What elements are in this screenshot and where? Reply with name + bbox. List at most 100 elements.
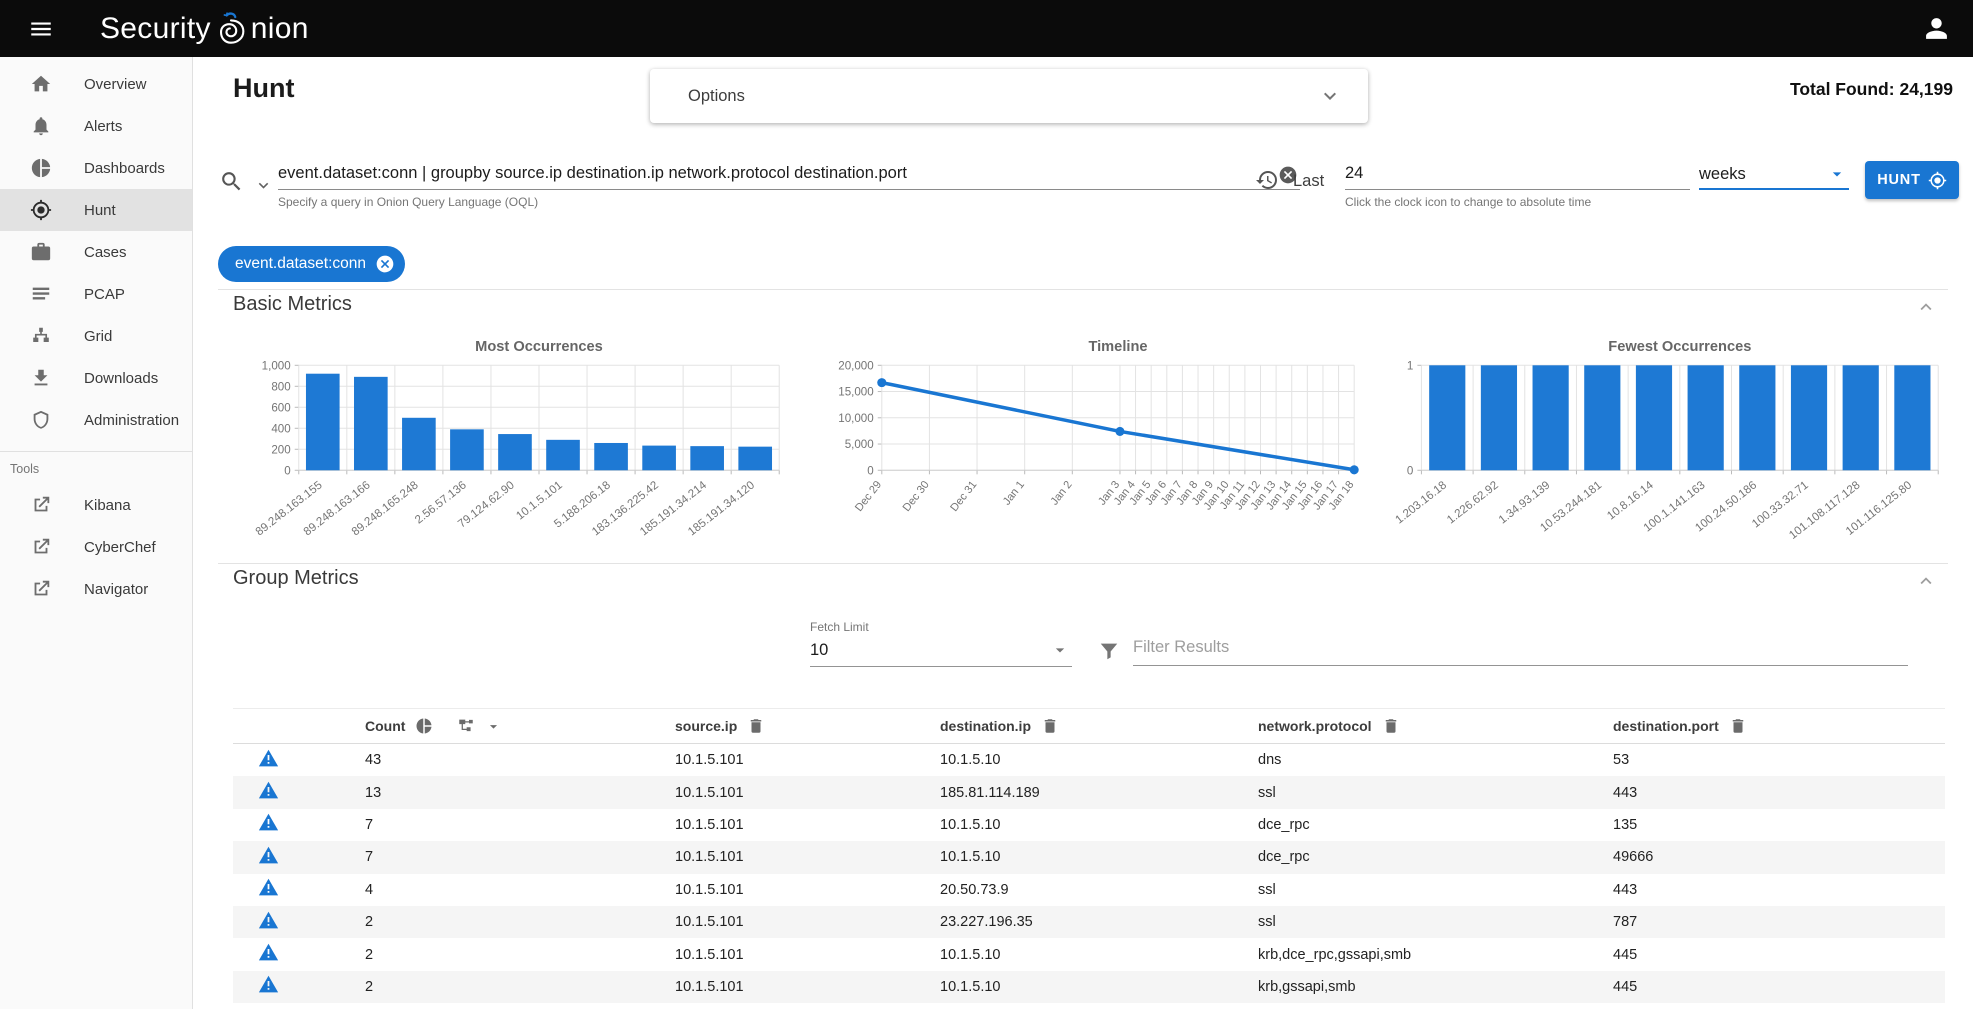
row-actions-warning-icon[interactable] [258, 910, 279, 931]
row-actions-warning-icon[interactable] [258, 748, 279, 769]
count-cell[interactable]: 2 [365, 979, 675, 995]
count-cell[interactable]: 7 [365, 817, 675, 833]
destination-port-cell[interactable]: 445 [1613, 979, 1945, 995]
trash-icon[interactable] [1729, 717, 1747, 735]
network-protocol-cell[interactable]: dns [1258, 752, 1613, 768]
fetch-limit-select[interactable]: 10 [810, 636, 1072, 667]
query-input[interactable] [278, 159, 1300, 190]
source-ip-cell[interactable]: 10.1.5.101 [675, 817, 940, 833]
table-row[interactable]: 1310.1.5.101185.81.114.189ssl443 [233, 776, 1945, 808]
source-ip-cell[interactable]: 10.1.5.101 [675, 882, 940, 898]
destination-ip-cell[interactable]: 10.1.5.10 [940, 947, 1258, 963]
count-cell[interactable]: 2 [365, 914, 675, 930]
row-actions-warning-icon[interactable] [258, 812, 279, 833]
user-account-icon[interactable] [1924, 16, 1949, 41]
table-row[interactable]: 410.1.5.10120.50.73.9ssl443 [233, 874, 1945, 906]
table-row[interactable]: 210.1.5.10110.1.5.10krb,gssapi,smb445 [233, 971, 1945, 1003]
destination-port-cell[interactable]: 443 [1613, 785, 1945, 801]
options-expander[interactable]: Options [650, 69, 1368, 123]
count-cell[interactable]: 13 [365, 785, 675, 801]
row-actions-warning-icon[interactable] [258, 942, 279, 963]
destination-port-cell[interactable]: 445 [1613, 947, 1945, 963]
network-protocol-cell[interactable]: dce_rpc [1258, 849, 1613, 865]
sidebar-item-grid[interactable]: Grid [0, 315, 192, 357]
source-ip-cell[interactable]: 10.1.5.101 [675, 979, 940, 995]
sidebar-item-hunt[interactable]: Hunt [0, 189, 192, 231]
count-cell[interactable]: 7 [365, 849, 675, 865]
sidebar-item-pcap[interactable]: PCAP [0, 273, 192, 315]
filter-chip[interactable]: event.dataset:conn [218, 246, 405, 282]
row-actions-warning-icon[interactable] [258, 877, 279, 898]
source-ip-cell[interactable]: 10.1.5.101 [675, 914, 940, 930]
count-header-label[interactable]: Count [365, 718, 405, 734]
table-row[interactable]: 210.1.5.10110.1.5.10krb,dce_rpc,gssapi,s… [233, 938, 1945, 970]
network-protocol-cell[interactable]: ssl [1258, 882, 1613, 898]
row-actions-warning-icon[interactable] [258, 780, 279, 801]
hunt-button[interactable]: HUNT [1865, 161, 1959, 199]
filter-results-input[interactable] [1133, 633, 1908, 666]
table-row[interactable]: 710.1.5.10110.1.5.10dce_rpc49666 [233, 841, 1945, 873]
source-ip-header-label[interactable]: source.ip [675, 718, 737, 734]
sidebar-item-administration[interactable]: Administration [0, 399, 192, 441]
total-found-label: Total Found: [1790, 79, 1895, 99]
duration-input[interactable] [1345, 159, 1690, 190]
table-row[interactable]: 210.1.5.10123.227.196.35ssl787 [233, 906, 1945, 938]
trash-icon[interactable] [1041, 717, 1059, 735]
network-protocol-cell[interactable]: krb,dce_rpc,gssapi,smb [1258, 947, 1613, 963]
relative-time-icon[interactable] [1255, 168, 1279, 192]
menu-icon[interactable] [28, 16, 54, 42]
column-header-network-protocol: network.protocol [1258, 717, 1613, 735]
destination-port-cell[interactable]: 49666 [1613, 849, 1945, 865]
network-protocol-cell[interactable]: ssl [1258, 785, 1613, 801]
sidebar-item-cyberchef[interactable]: CyberChef [0, 526, 192, 568]
trash-icon[interactable] [1382, 717, 1400, 735]
sidebar-item-cases[interactable]: Cases [0, 231, 192, 273]
time-units-select[interactable]: weeks [1699, 159, 1849, 190]
destination-ip-cell[interactable]: 20.50.73.9 [940, 882, 1258, 898]
network-protocol-cell[interactable]: ssl [1258, 914, 1613, 930]
destination-ip-cell[interactable]: 10.1.5.10 [940, 979, 1258, 995]
destination-ip-cell[interactable]: 10.1.5.10 [940, 817, 1258, 833]
network-protocol-header-label[interactable]: network.protocol [1258, 718, 1372, 734]
count-cell[interactable]: 2 [365, 947, 675, 963]
sidebar-item-overview[interactable]: Overview [0, 63, 192, 105]
pie-chart-icon[interactable] [415, 717, 433, 735]
remove-filter-icon[interactable] [375, 254, 395, 274]
query-history-caret-icon[interactable] [254, 176, 273, 195]
chevron-down-icon[interactable] [1318, 84, 1342, 108]
trash-icon[interactable] [747, 717, 765, 735]
destination-port-cell[interactable]: 53 [1613, 752, 1945, 768]
destination-port-cell[interactable]: 443 [1613, 882, 1945, 898]
count-cell[interactable]: 4 [365, 882, 675, 898]
sidebar-item-dashboards[interactable]: Dashboards [0, 147, 192, 189]
destination-ip-cell[interactable]: 185.81.114.189 [940, 785, 1258, 801]
destination-port-cell[interactable]: 135 [1613, 817, 1945, 833]
search-icon[interactable] [219, 169, 244, 194]
sidebar-item-navigator[interactable]: Navigator [0, 568, 192, 610]
destination-ip-header-label[interactable]: destination.ip [940, 718, 1031, 734]
table-row[interactable]: 4310.1.5.10110.1.5.10dns53 [233, 744, 1945, 776]
count-cell[interactable]: 43 [365, 752, 675, 768]
network-protocol-cell[interactable]: krb,gssapi,smb [1258, 979, 1613, 995]
collapse-group-metrics-icon[interactable] [1915, 570, 1937, 592]
sidebar-item-kibana[interactable]: Kibana [0, 484, 192, 526]
source-ip-cell[interactable]: 10.1.5.101 [675, 849, 940, 865]
sidebar-item-downloads[interactable]: Downloads [0, 357, 192, 399]
destination-ip-cell[interactable]: 10.1.5.10 [940, 849, 1258, 865]
brand-text-suffix: nion [251, 12, 309, 46]
destination-port-header-label[interactable]: destination.port [1613, 718, 1719, 734]
source-ip-cell[interactable]: 10.1.5.101 [675, 785, 940, 801]
destination-port-cell[interactable]: 787 [1613, 914, 1945, 930]
groupby-icon[interactable] [457, 717, 475, 735]
source-ip-cell[interactable]: 10.1.5.101 [675, 752, 940, 768]
caret-down-icon[interactable] [485, 718, 502, 735]
sidebar-item-alerts[interactable]: Alerts [0, 105, 192, 147]
table-row[interactable]: 710.1.5.10110.1.5.10dce_rpc135 [233, 809, 1945, 841]
source-ip-cell[interactable]: 10.1.5.101 [675, 947, 940, 963]
row-actions-warning-icon[interactable] [258, 845, 279, 866]
destination-ip-cell[interactable]: 10.1.5.10 [940, 752, 1258, 768]
collapse-basic-metrics-icon[interactable] [1915, 296, 1937, 318]
row-actions-warning-icon[interactable] [258, 974, 279, 995]
network-protocol-cell[interactable]: dce_rpc [1258, 817, 1613, 833]
destination-ip-cell[interactable]: 23.227.196.35 [940, 914, 1258, 930]
